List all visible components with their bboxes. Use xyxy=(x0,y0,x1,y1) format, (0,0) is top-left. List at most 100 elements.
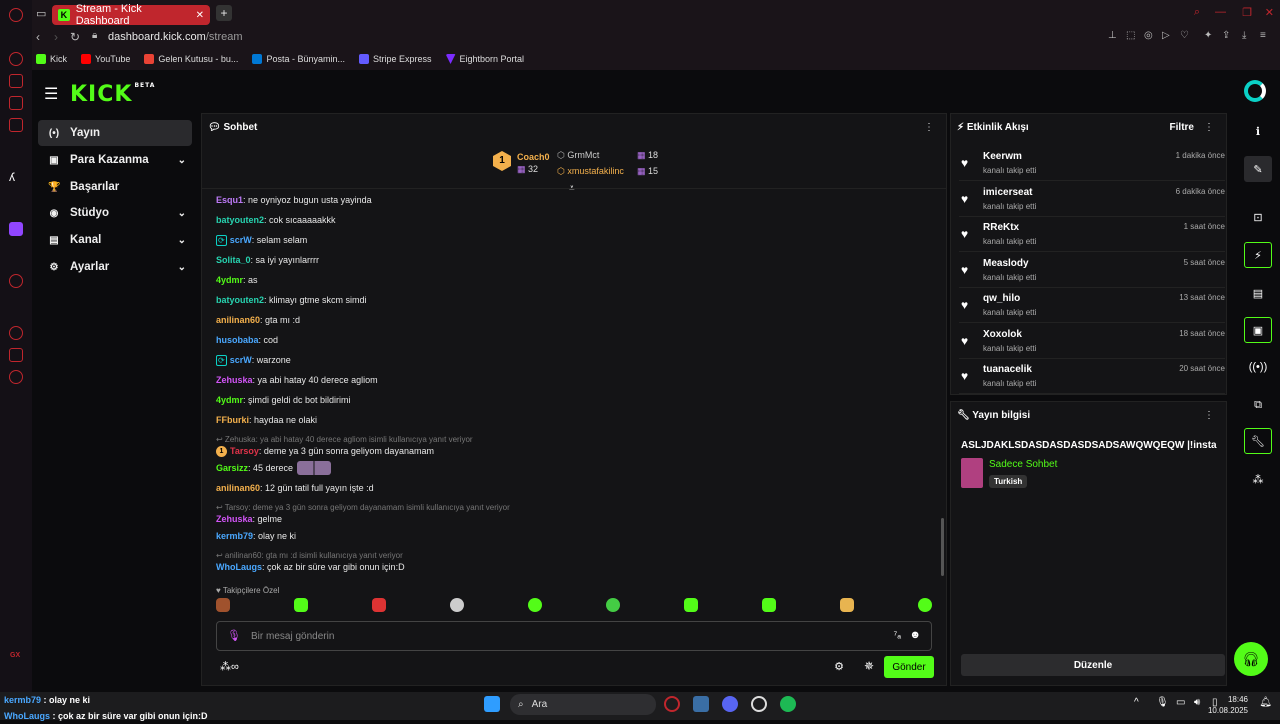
emote-3[interactable] xyxy=(372,598,386,612)
chat-scrollbar[interactable] xyxy=(941,518,944,576)
spotify-icon[interactable] xyxy=(780,696,796,712)
chat-username[interactable]: Zehuska xyxy=(216,375,253,385)
bookmark-kick[interactable]: Kick xyxy=(36,54,67,64)
history-icon[interactable] xyxy=(9,326,23,340)
gift-icon[interactable]: ✵ xyxy=(864,659,874,673)
layout-icon[interactable]: ⧉ xyxy=(1244,392,1272,418)
discord-icon[interactable] xyxy=(722,696,738,712)
activity-item[interactable]: ♥ qw_hilo kanalı takip etti 13 saat önce xyxy=(959,288,1225,323)
activity-item[interactable]: ♥ imicerseat kanalı takip etti 6 dakika önc… xyxy=(959,182,1225,217)
emote-9[interactable] xyxy=(840,598,854,612)
chat-settings-icon[interactable]: ⚙ xyxy=(834,660,844,673)
translate-icon[interactable]: ⁷ₐ xyxy=(894,630,901,641)
news-icon[interactable] xyxy=(9,118,23,132)
share-icon[interactable]: ⇪ xyxy=(1222,30,1230,41)
profile-avatar[interactable] xyxy=(1244,80,1266,102)
emote-10[interactable] xyxy=(918,598,932,612)
chat-username[interactable]: anilinan60 xyxy=(216,315,260,325)
camera-frame-icon[interactable]: ⊡ xyxy=(1244,204,1272,230)
info-icon[interactable]: ℹ xyxy=(1244,118,1272,144)
emote-1[interactable] xyxy=(216,598,230,612)
chat-username[interactable]: Zehuska xyxy=(216,514,253,524)
bookmark-eightborn[interactable]: Eightborn Portal xyxy=(445,54,524,64)
chat-menu-icon[interactable]: ⋮ xyxy=(924,122,934,133)
microphone-icon[interactable]: 🎙︎ xyxy=(227,629,241,642)
close-window-icon[interactable]: ✕ xyxy=(1265,6,1274,19)
kick-points-icon[interactable]: ⁂ xyxy=(1244,466,1272,492)
support-headset-icon[interactable]: 🎧︎ xyxy=(1234,642,1268,676)
clock[interactable]: 18:46 10.08.2025 xyxy=(1208,694,1248,716)
tab-island-icon[interactable]: ▭ xyxy=(36,7,46,20)
player-icon[interactable] xyxy=(9,274,23,288)
tab-active[interactable]: K Stream - Kick Dashboard ✕ xyxy=(52,3,210,27)
windows-start-icon[interactable] xyxy=(484,696,500,712)
activity-item[interactable]: ♥ Keerwm kanalı takip etti 1 dakika önce xyxy=(959,146,1225,181)
chat-username[interactable]: 4ydmr xyxy=(216,395,243,405)
speed-dial-icon[interactable] xyxy=(9,52,23,66)
mic-tray-icon[interactable]: 🎙︎ xyxy=(1156,697,1169,708)
opera-gx-icon[interactable] xyxy=(664,696,680,712)
nav-item-ayarlar[interactable]: ⚙ Ayarlar ⌄ xyxy=(38,254,192,280)
chat-username[interactable]: 4ydmr xyxy=(216,275,243,285)
nav-item-para-kazanma[interactable]: ▣ Para Kazanma ⌄ xyxy=(38,147,192,173)
reload-icon[interactable]: ↻ xyxy=(70,30,80,44)
edit-button[interactable]: Düzenle xyxy=(961,654,1225,676)
heart-outline-icon[interactable]: ♡ xyxy=(1180,30,1189,41)
opera-logo-icon[interactable] xyxy=(9,8,23,22)
tray-chevron-icon[interactable]: ^ xyxy=(1134,697,1139,708)
chat-username[interactable]: scrW xyxy=(230,235,252,245)
emote-6[interactable] xyxy=(606,598,620,612)
chat-username[interactable]: husobaba xyxy=(216,335,259,345)
emoji-icon[interactable]: ☻ xyxy=(909,629,921,641)
wrench-icon[interactable]: 🔧︎ xyxy=(1244,428,1272,454)
url-field[interactable]: dashboard.kick.com/stream xyxy=(108,31,243,43)
message-input[interactable]: 🎙︎ Bir mesaj gönderin ⁷ₐ ☻ xyxy=(216,621,932,651)
activity-item[interactable]: ♥ Xoxolok kanalı takip etti 18 saat önce xyxy=(959,324,1225,359)
bookmark-outlook[interactable]: Posta - Bünyamin... xyxy=(252,54,345,64)
forward-icon[interactable]: › xyxy=(54,30,58,44)
extensions-icon[interactable] xyxy=(9,348,23,362)
maximize-icon[interactable]: ❐ xyxy=(1242,6,1252,19)
snapshot-icon[interactable]: ⬚ xyxy=(1126,30,1135,41)
menu-icon[interactable]: ≡ xyxy=(1260,30,1266,41)
chat-username[interactable]: batyouten2 xyxy=(216,215,264,225)
bookmark-gmail[interactable]: Gelen Kutusu - bu... xyxy=(144,54,238,64)
info-menu-icon[interactable]: ⋮ xyxy=(1204,410,1214,421)
chat-username[interactable]: scrW xyxy=(230,355,252,365)
send-button[interactable]: Gönder xyxy=(884,656,934,678)
back-icon[interactable]: ‹ xyxy=(36,30,40,44)
bookmark-stripe[interactable]: Stripe Express xyxy=(358,54,432,64)
activity-item[interactable]: ♥ RReKtx kanalı takip etti 1 saat önce xyxy=(959,217,1225,252)
camera-icon[interactable]: ◎ xyxy=(1144,30,1153,41)
obs-icon[interactable] xyxy=(751,696,767,712)
steam-icon[interactable] xyxy=(693,696,709,712)
pencil-icon[interactable]: ✎ xyxy=(1244,156,1272,182)
chat-bubble-icon[interactable]: ▣ xyxy=(1244,317,1272,343)
nav-item-yayin[interactable]: (•) Yayın xyxy=(38,120,192,146)
chat-username[interactable]: batyouten2 xyxy=(216,295,264,305)
chat-username[interactable]: FFburki xyxy=(216,415,249,425)
activity-item[interactable]: ♥ Measlody kanalı takip etti 5 saat önce xyxy=(959,253,1225,288)
chat-username[interactable]: kermb79 xyxy=(216,531,253,541)
chat-username[interactable]: Garsizz xyxy=(216,463,248,473)
emote-7[interactable] xyxy=(684,598,698,612)
chat-username[interactable]: Solita_0 xyxy=(216,255,251,265)
tv-icon[interactable] xyxy=(9,96,23,110)
chat-username[interactable]: Tarsoy xyxy=(230,446,259,456)
emote-8[interactable] xyxy=(762,598,776,612)
taskbar-search[interactable]: ⌕ Ara xyxy=(510,694,656,715)
nav-item-basarilar[interactable]: 🏆 Başarılar xyxy=(38,174,192,200)
shopping-icon[interactable] xyxy=(9,74,23,88)
kick-logo[interactable]: KICK BETA xyxy=(70,82,155,107)
broadcast-icon[interactable]: ((•)) xyxy=(1244,354,1272,380)
chat-username[interactable]: anilinan60 xyxy=(216,483,260,493)
search-icon[interactable]: ⌕ xyxy=(1194,6,1200,19)
emote-2[interactable] xyxy=(294,598,308,612)
minimize-icon[interactable]: — xyxy=(1215,6,1226,18)
bolt-icon[interactable]: ⚡︎ xyxy=(1244,242,1272,268)
emote-4[interactable] xyxy=(450,598,464,612)
kick-points-icon[interactable]: ⁂∞ xyxy=(220,660,239,673)
kick-sidebar-icon[interactable]: ʎ xyxy=(9,170,23,184)
network-icon[interactable]: ▭ xyxy=(1176,697,1185,708)
extensions-puzzle-icon[interactable]: ✦ xyxy=(1204,30,1212,41)
